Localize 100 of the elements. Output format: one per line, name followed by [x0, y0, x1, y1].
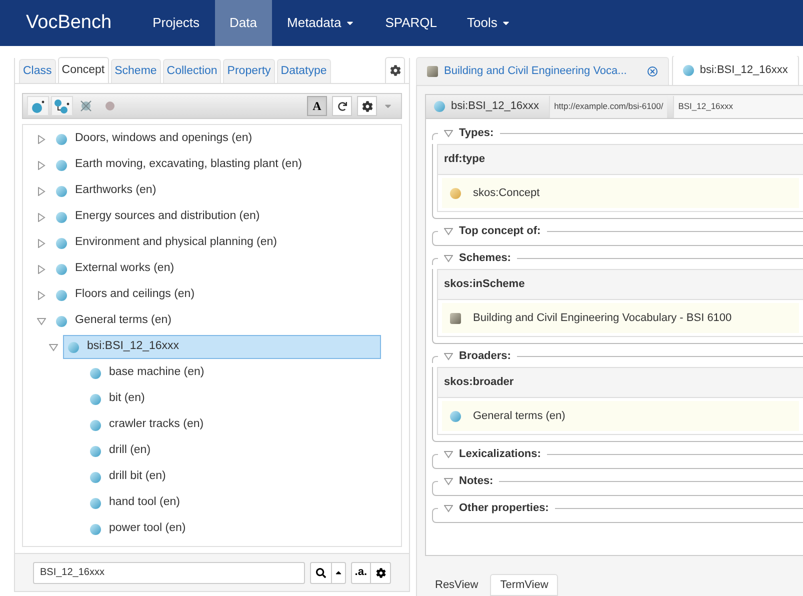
view-tab[interactable]: TermView: [490, 574, 558, 596]
tree-item[interactable]: base machine (en): [85, 361, 206, 385]
tree-item[interactable]: crawler tracks (en): [85, 413, 205, 437]
tree-item-label: Doors, windows and openings (en): [75, 131, 252, 146]
expand-icon[interactable]: [37, 134, 46, 144]
tab[interactable]: Class: [19, 59, 56, 83]
tree-item[interactable]: power tool (en): [85, 517, 187, 541]
toggle-button[interactable]: A: [307, 96, 327, 116]
resource-tab[interactable]: Building and Civil Engineering Voca...: [416, 57, 669, 85]
value-row[interactable]: Building and Civil Engineering Vocabulary - BSI 6100: [442, 303, 799, 333]
local-name-field[interactable]: BSI_12_16xxx: [673, 96, 803, 118]
resource-name: bsi:BSI_12_16xxx: [451, 99, 540, 114]
tree-item[interactable]: Environment and physical planning (en): [51, 231, 278, 255]
namespace-field[interactable]: http://example.com/bsi-6100/: [549, 96, 668, 118]
refresh-button[interactable]: [332, 96, 352, 116]
tree-item[interactable]: External works (en): [51, 257, 176, 281]
add-node-icon: [31, 100, 45, 112]
predicate-label[interactable]: rdf:type: [444, 151, 485, 168]
resource-tab[interactable]: bsi:BSI_12_16xxx: [672, 56, 799, 85]
concept-icon: [56, 290, 67, 300]
concept-icon: [56, 316, 67, 326]
settings-button[interactable]: [385, 57, 405, 83]
tab-label: bsi:BSI_12_16xxx: [700, 63, 788, 78]
concept-icon: [434, 101, 445, 112]
tree-item-label: bsi:BSI_12_16xxx: [87, 339, 180, 354]
brand-logo[interactable]: VocBench: [0, 0, 138, 46]
tree-item-label: Energy sources and distribution (en): [75, 209, 260, 224]
concept-icon: [56, 238, 67, 248]
concept-icon: [90, 420, 101, 430]
tree-item[interactable]: Floors and ceilings (en): [51, 283, 196, 307]
refresh-icon: [338, 102, 346, 110]
collapse-icon[interactable]: [444, 450, 453, 458]
tree-item[interactable]: hand tool (en): [85, 491, 181, 515]
concept-icon: [90, 524, 101, 534]
expand-icon[interactable]: [37, 264, 46, 274]
class-icon: [450, 188, 461, 198]
tab[interactable]: Property: [223, 59, 275, 83]
value-label: General terms (en): [473, 408, 566, 424]
scheme-icon: [450, 312, 461, 324]
tree-item-label: hand tool (en): [109, 495, 180, 510]
nav-item[interactable]: Data: [214, 0, 272, 46]
expand-icon[interactable]: [37, 290, 46, 300]
nav-item[interactable]: SPARQL: [370, 0, 452, 46]
expand-icon[interactable]: [37, 238, 46, 248]
collapse-icon[interactable]: [49, 342, 58, 352]
tree-item-label: General terms (en): [75, 313, 172, 328]
tab[interactable]: Collection: [162, 59, 222, 83]
settings-button[interactable]: [357, 96, 377, 116]
search-field[interactable]: BSI_12_16xxx: [33, 562, 305, 584]
section-title: Broaders:: [459, 349, 511, 363]
expand-icon[interactable]: [37, 212, 46, 222]
tree-item[interactable]: drill bit (en): [85, 465, 167, 489]
nav-item[interactable]: Projects: [138, 0, 215, 46]
concept-icon: [56, 212, 67, 222]
expand-icon[interactable]: [37, 186, 46, 196]
concept-icon: [56, 264, 67, 274]
tree-item-label: power tool (en): [109, 521, 186, 536]
tree-item[interactable]: bsi:BSI_12_16xxx: [63, 335, 381, 359]
collapse-icon[interactable]: [444, 128, 453, 138]
concept-icon: [450, 410, 461, 422]
section-title: Schemes:: [459, 251, 511, 265]
section-title: Notes:: [459, 474, 494, 488]
tab-label: Building and Civil Engineering Voca...: [444, 64, 627, 80]
nav-item[interactable]: Metadata: [272, 0, 370, 46]
section-title: Top concept of:: [459, 224, 541, 238]
collapse-icon[interactable]: [444, 504, 453, 512]
tab[interactable]: Scheme: [110, 59, 161, 83]
concept-icon: [90, 498, 101, 508]
collapse-icon[interactable]: [444, 254, 453, 262]
section-title: Lexicalizations:: [459, 447, 541, 461]
tree-item[interactable]: Earthworks (en): [51, 179, 158, 203]
value-row[interactable]: General terms (en): [442, 401, 799, 431]
tree-item-label: crawler tracks (en): [109, 417, 204, 432]
predicate-label[interactable]: skos:inScheme: [444, 276, 525, 293]
tab[interactable]: Concept: [58, 57, 109, 83]
nav-item[interactable]: Tools: [452, 0, 526, 46]
tree-item[interactable]: bit (en): [85, 387, 146, 411]
collapse-icon[interactable]: [37, 316, 46, 326]
concept-icon: [90, 472, 101, 482]
tree-item[interactable]: General terms (en): [51, 309, 173, 333]
tree-item[interactable]: drill (en): [85, 439, 152, 463]
tree-item-label: bit (en): [109, 391, 145, 406]
search-icon: [316, 568, 326, 578]
concept-icon: [90, 368, 101, 378]
collapse-icon[interactable]: [444, 476, 453, 486]
expand-icon[interactable]: [37, 160, 46, 170]
tab[interactable]: Datatype: [276, 59, 331, 83]
tree-item[interactable]: Doors, windows and openings (en): [51, 127, 254, 151]
close-icon[interactable]: [646, 66, 658, 77]
create-narrower-button[interactable]: [51, 96, 73, 116]
collapse-icon[interactable]: [444, 352, 453, 360]
tree-item-label: base machine (en): [109, 365, 204, 380]
tree-item[interactable]: Energy sources and distribution (en): [51, 205, 261, 229]
concept-icon: [56, 134, 67, 144]
tree-item[interactable]: Earth moving, excavating, blasting plant (en): [51, 153, 303, 177]
value-row[interactable]: skos:Concept: [442, 178, 799, 208]
collapse-icon[interactable]: [444, 226, 453, 236]
section-title: Other properties:: [459, 501, 549, 515]
predicate-label[interactable]: skos:broader: [444, 374, 514, 391]
gear-icon: [376, 568, 386, 578]
